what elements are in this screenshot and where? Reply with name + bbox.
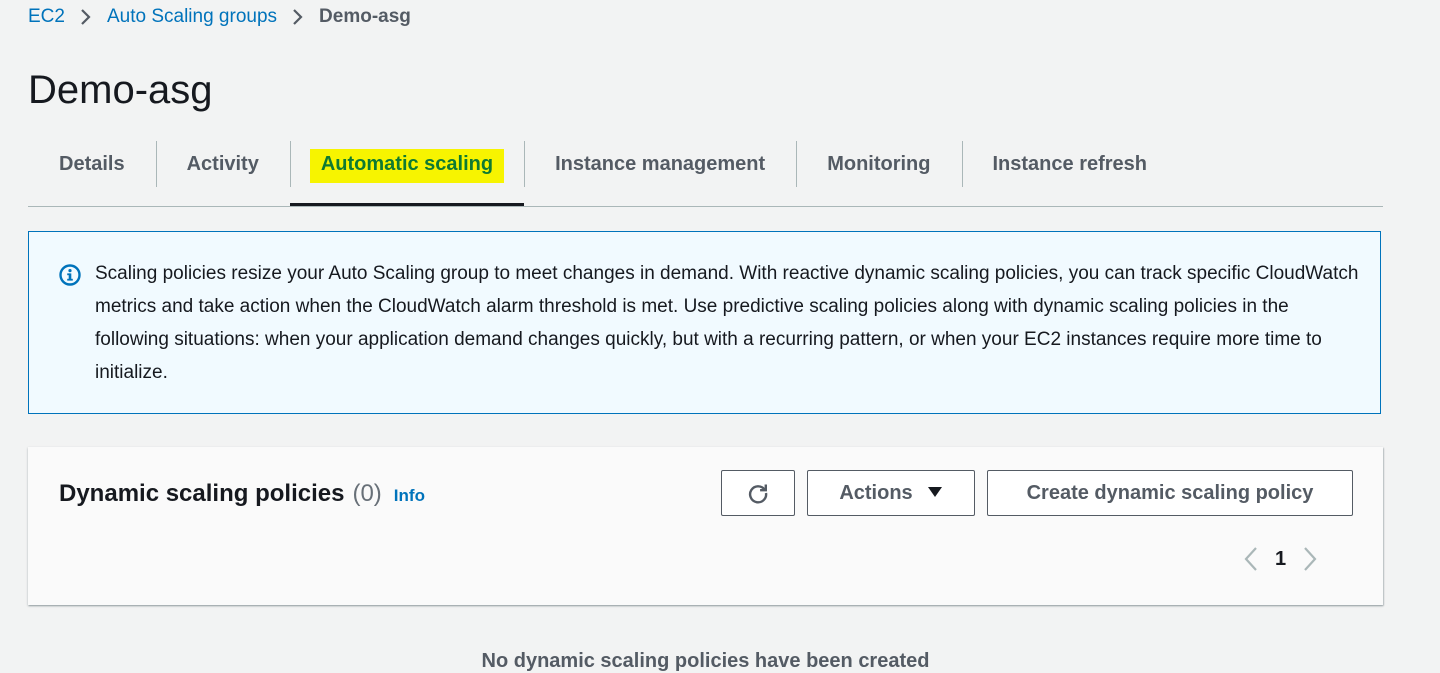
breadcrumb-ec2-link[interactable]: EC2	[28, 6, 65, 28]
pagination: 1	[1243, 542, 1318, 576]
breadcrumb: EC2 Auto Scaling groups Demo-asg	[28, 5, 411, 29]
policy-count: (0)	[352, 480, 382, 507]
tab-label: Details	[59, 152, 125, 175]
tab-monitoring[interactable]: Monitoring	[796, 141, 961, 187]
tab-instance-management[interactable]: Instance management	[524, 141, 796, 187]
page-number[interactable]: 1	[1275, 548, 1286, 571]
tab-activity[interactable]: Activity	[155, 141, 290, 187]
tab-label: Activity	[186, 152, 259, 175]
chevron-right-icon	[80, 8, 92, 26]
tab-automatic-scaling[interactable]: Automatic scaling	[289, 141, 525, 206]
refresh-icon	[746, 481, 770, 505]
tab-label: Instance management	[555, 152, 766, 175]
dynamic-scaling-policies-panel: Dynamic scaling policies (0) Info Action…	[28, 447, 1383, 605]
actions-label: Actions	[839, 481, 913, 504]
tab-label: Instance refresh	[992, 152, 1148, 175]
next-page-icon[interactable]	[1302, 546, 1318, 572]
create-dynamic-scaling-policy-button[interactable]: Create dynamic scaling policy	[987, 470, 1353, 516]
tab-instance-refresh[interactable]: Instance refresh	[961, 141, 1179, 187]
panel-header: Dynamic scaling policies (0) Info	[59, 480, 425, 508]
actions-dropdown-button[interactable]: Actions	[807, 470, 975, 516]
tab-label: Automatic scaling	[309, 149, 505, 183]
info-icon	[58, 263, 82, 287]
panel-title: Dynamic scaling policies	[59, 480, 345, 507]
tab-bar: Details Activity Automatic scaling Insta…	[28, 141, 1383, 207]
breadcrumb-asg-link[interactable]: Auto Scaling groups	[107, 6, 277, 28]
chevron-right-icon	[292, 8, 304, 26]
tab-details[interactable]: Details	[28, 141, 156, 187]
tab-label: Monitoring	[827, 152, 931, 175]
refresh-button[interactable]	[721, 470, 795, 516]
empty-state-message: No dynamic scaling policies have been cr…	[481, 650, 930, 672]
breadcrumb-current: Demo-asg	[319, 6, 411, 27]
previous-page-icon[interactable]	[1243, 546, 1259, 572]
page-title: Demo-asg	[28, 68, 213, 112]
info-alert-text: Scaling policies resize your Auto Scalin…	[95, 263, 1359, 383]
info-alert: Scaling policies resize your Auto Scalin…	[28, 231, 1381, 414]
info-link[interactable]: Info	[394, 486, 425, 506]
caret-down-icon	[927, 485, 943, 502]
